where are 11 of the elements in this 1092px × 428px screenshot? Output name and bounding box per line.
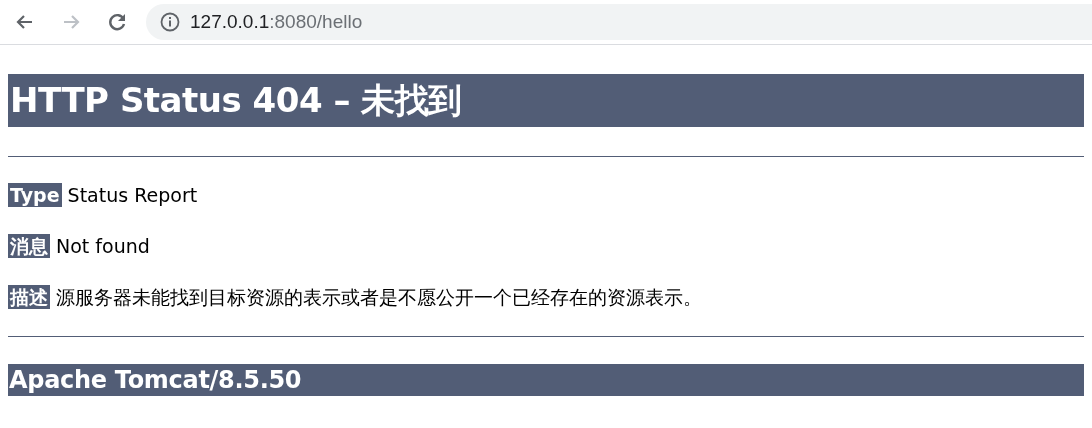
field-value: 源服务器未能找到目标资源的表示或者是不愿公开一个已经存在的资源表示。: [56, 285, 702, 309]
server-version: Apache Tomcat/8.5.50: [8, 364, 1084, 396]
field-label: 消息: [8, 234, 50, 258]
field-label: Type: [8, 183, 62, 207]
address-bar[interactable]: 127.0.0.1:8080/hello: [146, 4, 1092, 40]
field-value: Status Report: [67, 183, 198, 207]
url-text: 127.0.0.1:8080/hello: [190, 11, 363, 33]
field-label: 描述: [8, 285, 50, 309]
field-value: Not found: [56, 234, 150, 258]
info-icon[interactable]: [160, 12, 180, 32]
page-heading: HTTP Status 404 – 未找到: [8, 74, 1084, 127]
